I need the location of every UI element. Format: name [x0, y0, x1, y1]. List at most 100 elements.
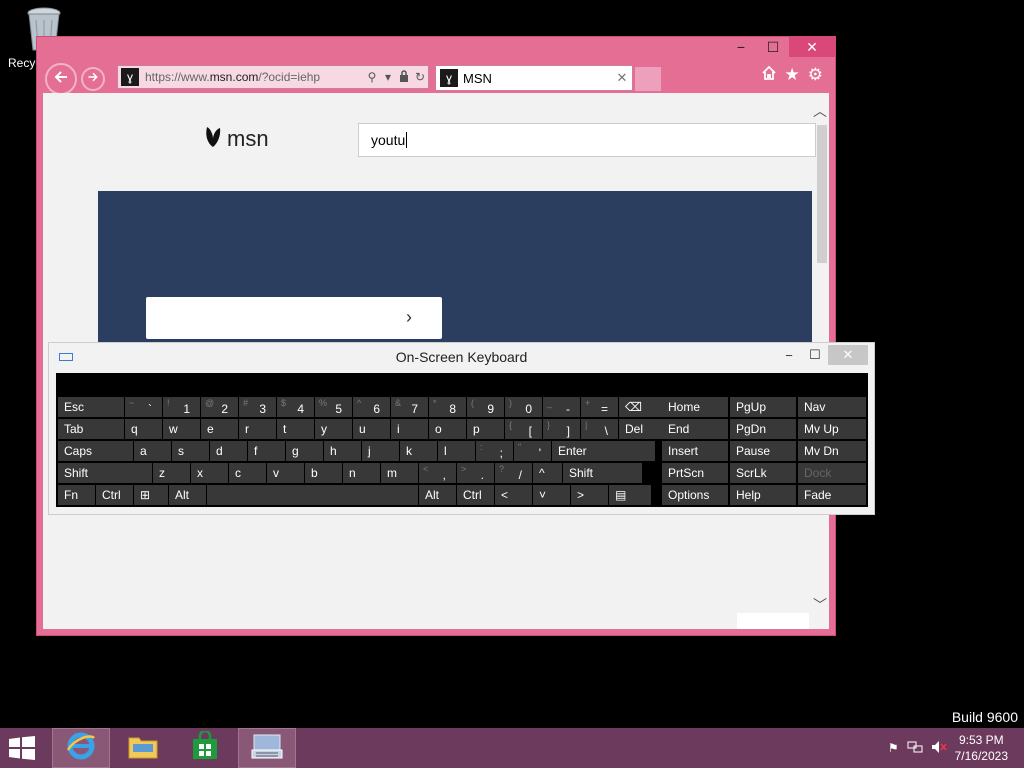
osk-key[interactable]: q: [125, 419, 162, 439]
osk-key[interactable]: o: [429, 419, 466, 439]
osk-key[interactable]: ? /: [495, 463, 532, 483]
osk-key[interactable]: w: [163, 419, 200, 439]
banner-card[interactable]: ›: [146, 297, 442, 339]
osk-key[interactable]: h: [324, 441, 361, 461]
osk-key[interactable]: ~ `: [125, 397, 162, 417]
search-input[interactable]: youtu: [358, 123, 816, 157]
osk-key[interactable]: r: [239, 419, 276, 439]
search-icon[interactable]: ⚲: [364, 70, 380, 84]
osk-key[interactable]: Alt: [419, 485, 456, 505]
osk-nav-key[interactable]: End: [662, 419, 728, 439]
osk-nav-key[interactable]: Fade: [798, 485, 866, 505]
osk-key[interactable]: u: [353, 419, 390, 439]
lock-icon[interactable]: [396, 69, 412, 85]
osk-key[interactable]: % 5: [315, 397, 352, 417]
osk-key[interactable]: x: [191, 463, 228, 483]
osk-key[interactable]: b: [305, 463, 342, 483]
taskbar-osk[interactable]: [238, 728, 296, 768]
osk-key[interactable]: Caps: [58, 441, 133, 461]
osk-key[interactable]: :;: [476, 441, 513, 461]
osk-key[interactable]: d: [210, 441, 247, 461]
osk-key[interactable]: i: [391, 419, 428, 439]
osk-key[interactable]: k: [400, 441, 437, 461]
osk-key[interactable]: ▤: [609, 485, 651, 505]
osk-nav-key[interactable]: ScrLk: [730, 463, 796, 483]
osk-key[interactable]: n: [343, 463, 380, 483]
favorites-star-icon[interactable]: ★: [785, 65, 800, 86]
osk-key[interactable]: & 7: [391, 397, 428, 417]
back-button[interactable]: [45, 63, 77, 95]
osk-key[interactable]: #3: [239, 397, 276, 417]
maximize-button[interactable]: ☐: [757, 37, 789, 57]
osk-key[interactable]: + =: [581, 397, 618, 417]
osk-key[interactable]: Esc: [58, 397, 124, 417]
osk-key[interactable]: l: [438, 441, 475, 461]
osk-key[interactable]: ^ 6: [353, 397, 390, 417]
osk-nav-key[interactable]: Nav: [798, 397, 866, 417]
osk-key[interactable]: y: [315, 419, 352, 439]
osk-key[interactable]: v: [267, 463, 304, 483]
scrollbar-thumb[interactable]: [817, 125, 827, 263]
osk-key[interactable]: p: [467, 419, 504, 439]
osk-nav-key[interactable]: Options: [662, 485, 728, 505]
osk-key[interactable]: }]: [543, 419, 580, 439]
osk-nav-key[interactable]: Mv Dn: [798, 441, 866, 461]
forward-button[interactable]: [81, 67, 105, 91]
osk-nav-key[interactable]: Dock: [798, 463, 866, 483]
osk-nav-key[interactable]: Help: [730, 485, 796, 505]
osk-key[interactable]: c: [229, 463, 266, 483]
msn-logo[interactable]: msn: [203, 123, 269, 155]
osk-key[interactable]: a: [134, 441, 171, 461]
osk-key[interactable]: {[: [505, 419, 542, 439]
address-bar[interactable]: ɣ https://www.msn.com/?ocid=iehp ⚲ ▾ ↻: [117, 65, 429, 89]
taskbar-file-explorer[interactable]: [114, 728, 172, 768]
taskbar-ie[interactable]: [52, 728, 110, 768]
osk-key[interactable]: >.: [457, 463, 494, 483]
scroll-down-icon[interactable]: ﹀: [813, 595, 827, 615]
osk-key[interactable]: m: [381, 463, 418, 483]
scroll-up-icon[interactable]: ︿: [813, 101, 827, 121]
osk-key[interactable]: _ -: [543, 397, 580, 417]
osk-nav-key[interactable]: PgDn: [730, 419, 796, 439]
taskbar-store[interactable]: [176, 728, 234, 768]
osk-key[interactable]: j: [362, 441, 399, 461]
osk-key[interactable]: z: [153, 463, 190, 483]
osk-key[interactable]: s: [172, 441, 209, 461]
osk-key[interactable]: @2: [201, 397, 238, 417]
volume-muted-icon[interactable]: [931, 740, 947, 757]
osk-nav-key[interactable]: Pause: [730, 441, 796, 461]
osk-key[interactable]: Tab: [58, 419, 124, 439]
osk-nav-key[interactable]: Insert: [662, 441, 728, 461]
osk-key[interactable]: * 8: [429, 397, 466, 417]
osk-minimize-button[interactable]: −: [776, 345, 802, 365]
osk-nav-key[interactable]: PrtScn: [662, 463, 728, 483]
osk-maximize-button[interactable]: ☐: [802, 345, 828, 365]
osk-key[interactable]: Shift: [563, 463, 642, 483]
osk-key[interactable]: t: [277, 419, 314, 439]
osk-key[interactable]: <,: [419, 463, 456, 483]
osk-key[interactable]: ⊞: [134, 485, 168, 505]
new-tab-button[interactable]: [635, 67, 661, 91]
osk-key[interactable]: [207, 485, 418, 505]
osk-key[interactable]: Enter: [552, 441, 655, 461]
osk-key[interactable]: ! 1: [163, 397, 200, 417]
refresh-icon[interactable]: ↻: [412, 70, 428, 84]
osk-key[interactable]: e: [201, 419, 238, 439]
osk-key[interactable]: ^: [533, 463, 562, 483]
tab-msn[interactable]: ɣ MSN ✕: [435, 65, 633, 91]
tab-close-icon[interactable]: ✕: [612, 70, 632, 86]
osk-nav-key[interactable]: Home: [662, 397, 728, 417]
osk-key[interactable]: (9: [467, 397, 504, 417]
clock[interactable]: 9:53 PM 7/16/2023: [955, 732, 1008, 764]
minimize-button[interactable]: −: [725, 37, 757, 57]
osk-key[interactable]: <: [495, 485, 532, 505]
osk-key[interactable]: Shift: [58, 463, 152, 483]
osk-nav-key[interactable]: PgUp: [730, 397, 796, 417]
osk-key[interactable]: Ctrl: [457, 485, 494, 505]
home-icon[interactable]: [761, 65, 777, 86]
network-icon[interactable]: [907, 740, 923, 757]
osk-key[interactable]: Ctrl: [96, 485, 133, 505]
action-center-flag-icon[interactable]: ⚑: [888, 741, 899, 755]
osk-key[interactable]: f: [248, 441, 285, 461]
settings-gear-icon[interactable]: ⚙: [808, 65, 823, 86]
